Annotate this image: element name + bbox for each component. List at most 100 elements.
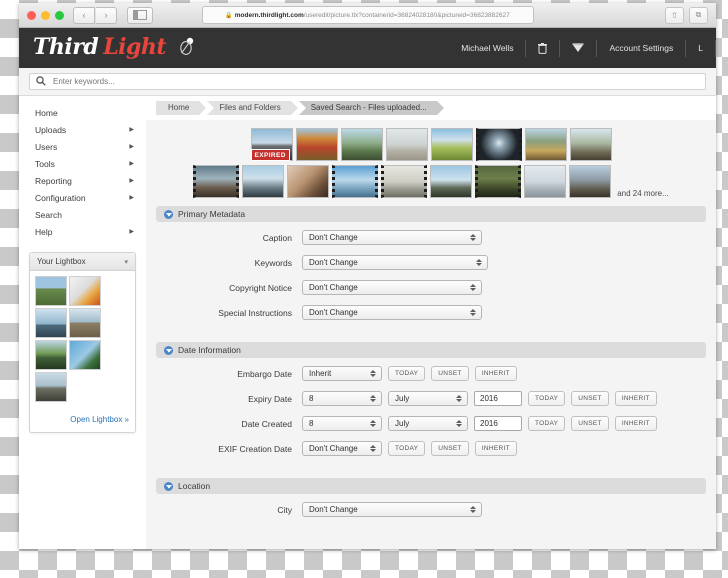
embargo-date-select[interactable]: Inherit bbox=[302, 366, 382, 381]
breadcrumb-item-saved-search[interactable]: Saved Search - Files uploaded... bbox=[298, 101, 444, 115]
lightbox-thumb[interactable] bbox=[69, 340, 101, 370]
stepper-icon bbox=[469, 307, 477, 318]
sidebar-item-label: Uploads bbox=[35, 124, 67, 135]
close-window-button[interactable] bbox=[27, 10, 36, 20]
expiry-year-input[interactable]: 2016 bbox=[474, 391, 522, 406]
created-unset-button[interactable]: UNSET bbox=[571, 416, 609, 431]
file-thumbnail[interactable] bbox=[524, 165, 567, 198]
caption-select[interactable]: Don't Change bbox=[302, 230, 482, 245]
trash-icon[interactable] bbox=[526, 39, 561, 57]
lightbox-icon[interactable] bbox=[560, 39, 598, 57]
tabs-icon[interactable]: ⧉ bbox=[689, 6, 708, 24]
lightbox-thumb[interactable] bbox=[35, 372, 67, 402]
collapse-toggle-icon[interactable] bbox=[164, 209, 173, 219]
search-box[interactable] bbox=[29, 73, 706, 90]
chevron-down-icon[interactable]: ▾ bbox=[124, 258, 128, 266]
embargo-unset-button[interactable]: UNSET bbox=[431, 366, 469, 381]
app-header: Third Light Michael Wells Account Settin… bbox=[19, 28, 716, 68]
file-thumbnail[interactable] bbox=[430, 165, 473, 198]
share-icon[interactable]: ⇧ bbox=[665, 6, 684, 24]
panel-header[interactable]: Location bbox=[156, 478, 706, 494]
created-today-button[interactable]: TODAY bbox=[528, 416, 566, 431]
sidebar-item-configuration[interactable]: Configuration ▶ bbox=[19, 189, 146, 206]
lightbox-header[interactable]: Your Lightbox ▾ bbox=[30, 253, 135, 271]
created-year-input[interactable]: 2016 bbox=[474, 416, 522, 431]
expiry-month-select[interactable]: July bbox=[388, 391, 468, 406]
minimize-window-button[interactable] bbox=[41, 10, 50, 20]
open-lightbox-link[interactable]: Open Lightbox » bbox=[70, 415, 129, 424]
sidebar-item-home[interactable]: Home bbox=[19, 104, 146, 121]
back-icon[interactable]: ‹ bbox=[73, 6, 95, 24]
stepper-icon bbox=[369, 393, 377, 404]
breadcrumb-item-home[interactable]: Home bbox=[156, 101, 207, 115]
created-day-select[interactable]: 8 bbox=[302, 416, 382, 431]
breadcrumb-item-files-and-folders[interactable]: Files and Folders bbox=[207, 101, 299, 115]
file-thumbnail[interactable] bbox=[569, 128, 612, 161]
expiry-unset-button[interactable]: UNSET bbox=[571, 391, 609, 406]
expiry-inherit-button[interactable]: INHERIT bbox=[614, 391, 657, 406]
window-controls[interactable] bbox=[27, 10, 64, 20]
special-instructions-select[interactable]: Don't Change bbox=[302, 305, 482, 320]
forward-icon[interactable]: › bbox=[96, 6, 117, 24]
lightbox-thumb[interactable] bbox=[69, 276, 101, 306]
collapse-toggle-icon[interactable] bbox=[164, 481, 173, 491]
file-thumbnail[interactable] bbox=[242, 165, 285, 198]
created-month-select[interactable]: July bbox=[388, 416, 468, 431]
sidebar-item-search[interactable]: Search bbox=[19, 206, 146, 223]
sidebar-item-uploads[interactable]: Uploads ▶ bbox=[19, 121, 146, 138]
keywords-select[interactable]: Don't Change bbox=[302, 255, 488, 270]
copyright-notice-select[interactable]: Don't Change bbox=[302, 280, 482, 295]
collapse-toggle-icon[interactable] bbox=[164, 345, 173, 355]
exif-creation-date-select[interactable]: Don't Change bbox=[302, 441, 382, 456]
file-thumbnail[interactable] bbox=[287, 165, 330, 198]
lightbox-thumb[interactable] bbox=[35, 276, 67, 306]
file-thumbnail[interactable]: EXPIRED bbox=[250, 128, 293, 161]
search-input[interactable] bbox=[51, 76, 699, 87]
sidebar-item-help[interactable]: Help ▶ bbox=[19, 223, 146, 240]
file-thumbnail[interactable] bbox=[430, 128, 473, 161]
lightbox-thumb[interactable] bbox=[69, 308, 101, 338]
user-name[interactable]: Michael Wells bbox=[449, 39, 527, 57]
url-domain: modern.thirdlight.com bbox=[234, 11, 304, 19]
file-thumbnail-video[interactable] bbox=[475, 128, 522, 161]
file-thumbnail[interactable] bbox=[295, 128, 338, 161]
sidebar-toggle-icon[interactable] bbox=[127, 6, 153, 24]
page-body: Home Uploads ▶ Users ▶ Tools ▶ Reporting ▶ C… bbox=[19, 96, 716, 549]
address-bar[interactable]: 🔒 modern.thirdlight.com /useredit/pictur… bbox=[201, 6, 534, 24]
embargo-inherit-button[interactable]: INHERIT bbox=[474, 366, 517, 381]
lightbox-thumb[interactable] bbox=[35, 308, 67, 338]
lightbox-thumb[interactable] bbox=[35, 340, 67, 370]
created-day-value: 8 bbox=[309, 419, 314, 428]
account-settings-link[interactable]: Account Settings bbox=[597, 39, 687, 57]
sidebar-item-users[interactable]: Users ▶ bbox=[19, 138, 146, 155]
sidebar-item-reporting[interactable]: Reporting ▶ bbox=[19, 172, 146, 189]
city-select[interactable]: Don't Change bbox=[302, 502, 482, 517]
sidebar-item-label: Reporting bbox=[35, 175, 72, 186]
file-thumbnail-video[interactable] bbox=[381, 165, 428, 198]
lock-icon: 🔒 bbox=[225, 12, 233, 19]
field-label: Caption bbox=[262, 232, 292, 243]
search-bar bbox=[19, 68, 716, 96]
expiry-today-button[interactable]: TODAY bbox=[528, 391, 566, 406]
file-thumbnail-video[interactable] bbox=[193, 165, 240, 198]
file-thumbnail-video[interactable] bbox=[332, 165, 379, 198]
embargo-today-button[interactable]: TODAY bbox=[388, 366, 426, 381]
sidebar-item-label: Help bbox=[35, 226, 53, 237]
file-thumbnail[interactable] bbox=[340, 128, 383, 161]
app-logo[interactable]: Third Light bbox=[33, 34, 196, 62]
stepper-icon bbox=[369, 418, 377, 429]
exif-today-button[interactable]: TODAY bbox=[388, 441, 426, 456]
file-thumbnail-video[interactable] bbox=[475, 165, 522, 198]
logout-link[interactable]: L bbox=[686, 39, 716, 57]
exif-unset-button[interactable]: UNSET bbox=[431, 441, 469, 456]
expiry-day-select[interactable]: 8 bbox=[302, 391, 382, 406]
created-inherit-button[interactable]: INHERIT bbox=[614, 416, 657, 431]
maximize-window-button[interactable] bbox=[55, 10, 64, 20]
panel-header[interactable]: Date Information bbox=[156, 342, 706, 358]
file-thumbnail[interactable] bbox=[569, 165, 612, 198]
sidebar-item-tools[interactable]: Tools ▶ bbox=[19, 155, 146, 172]
exif-inherit-button[interactable]: INHERIT bbox=[474, 441, 517, 456]
file-thumbnail[interactable] bbox=[524, 128, 567, 161]
panel-header[interactable]: Primary Metadata bbox=[156, 206, 706, 222]
file-thumbnail[interactable] bbox=[385, 128, 428, 161]
